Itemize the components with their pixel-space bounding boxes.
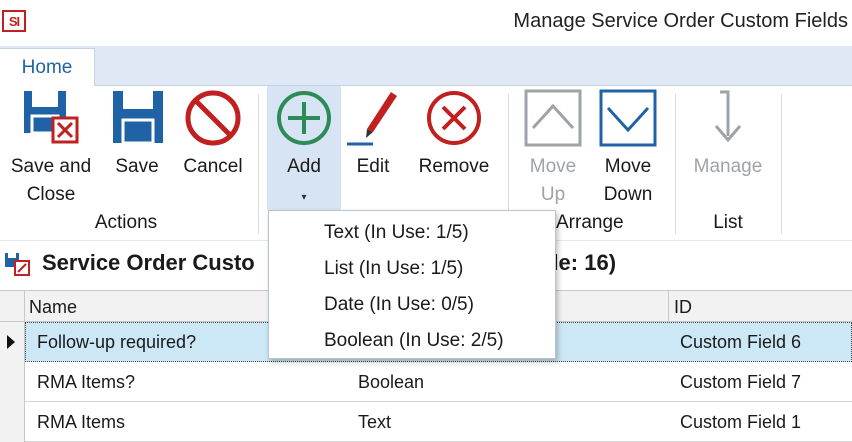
manage-arrow-icon: [714, 90, 742, 143]
cell-name[interactable]: RMA Items: [37, 412, 125, 433]
table-row[interactable]: RMA Items Text Custom Field 1: [0, 402, 852, 442]
menu-item-boolean[interactable]: Boolean (In Use: 2/5): [324, 330, 504, 352]
tab-home[interactable]: Home: [0, 48, 95, 87]
add-icon: [277, 91, 331, 145]
list-group-label: List: [713, 212, 743, 233]
cancel-icon: [185, 90, 241, 146]
cell-id[interactable]: Custom Field 7: [680, 372, 801, 393]
row-header-corner: [0, 291, 25, 323]
app-logo: SI: [2, 10, 26, 32]
move-up-button[interactable]: Move Up: [518, 86, 588, 210]
move-down-icon: [599, 89, 657, 147]
save-label: Save: [115, 156, 159, 177]
move-down-label-line2: Down: [603, 184, 653, 205]
menu-item-text[interactable]: Text (In Use: 1/5): [324, 222, 469, 244]
title-bar: SI Manage Service Order Custom Fields: [0, 0, 852, 46]
move-down-button[interactable]: Move Down: [592, 86, 664, 210]
add-dropdown-arrow-icon: ▾: [301, 192, 307, 203]
row-header[interactable]: [0, 322, 25, 362]
save-and-close-label-line1: Save and: [10, 156, 92, 177]
arrange-group-label: Arrange: [556, 212, 624, 233]
remove-icon: [427, 91, 481, 145]
move-up-label-line1: Move: [529, 156, 577, 177]
edit-button[interactable]: Edit: [343, 86, 403, 210]
save-button[interactable]: Save: [104, 86, 170, 210]
save-and-close-button[interactable]: Save and Close: [4, 86, 98, 210]
table-row[interactable]: RMA Items? Boolean Custom Field 7: [0, 362, 852, 402]
manage-button[interactable]: Manage: [685, 86, 771, 210]
menu-item-list[interactable]: List (In Use: 1/5): [324, 258, 463, 280]
manage-label: Manage: [693, 156, 763, 177]
section-title: Service Order Custo: [42, 250, 255, 275]
actions-group-label: Actions: [94, 212, 158, 233]
cell-name[interactable]: RMA Items?: [37, 372, 135, 393]
add-label: Add: [287, 156, 321, 177]
ribbon-separator: [258, 94, 259, 234]
add-dropdown-menu: Text (In Use: 1/5) List (In Use: 1/5) Da…: [268, 210, 556, 359]
ribbon-tab-strip: Home: [0, 46, 852, 87]
column-header-id[interactable]: ID: [674, 297, 692, 318]
row-header[interactable]: [0, 362, 25, 402]
save-and-close-label-line2: Close: [26, 184, 76, 205]
ribbon-separator: [781, 94, 782, 234]
cell-id[interactable]: Custom Field 6: [680, 332, 801, 353]
move-up-icon: [524, 89, 582, 147]
column-divider: [668, 291, 669, 323]
cancel-label: Cancel: [183, 156, 243, 177]
save-close-icon: [24, 91, 79, 144]
cancel-button[interactable]: Cancel: [178, 86, 248, 210]
cell-id[interactable]: Custom Field 1: [680, 412, 801, 433]
save-icon: [113, 91, 163, 145]
column-header-name[interactable]: Name: [29, 297, 77, 318]
remove-label: Remove: [418, 156, 490, 177]
edit-label: Edit: [356, 156, 390, 177]
menu-item-date[interactable]: Date (In Use: 0/5): [324, 294, 474, 316]
window-title: Manage Service Order Custom Fields: [513, 10, 848, 32]
cell-type[interactable]: Boolean: [358, 372, 424, 393]
current-row-arrow-icon: [7, 335, 15, 349]
move-up-label-line2: Up: [540, 184, 566, 205]
ribbon-separator: [675, 94, 676, 234]
row-header[interactable]: [0, 402, 25, 442]
cell-type[interactable]: Text: [358, 412, 391, 433]
move-down-label-line1: Move: [604, 156, 652, 177]
cell-name[interactable]: Follow-up required?: [37, 332, 196, 353]
remove-button[interactable]: Remove: [411, 86, 497, 210]
custom-fields-icon: [5, 253, 30, 276]
pen-icon: [347, 92, 397, 146]
add-button[interactable]: Add ▾: [267, 86, 341, 210]
